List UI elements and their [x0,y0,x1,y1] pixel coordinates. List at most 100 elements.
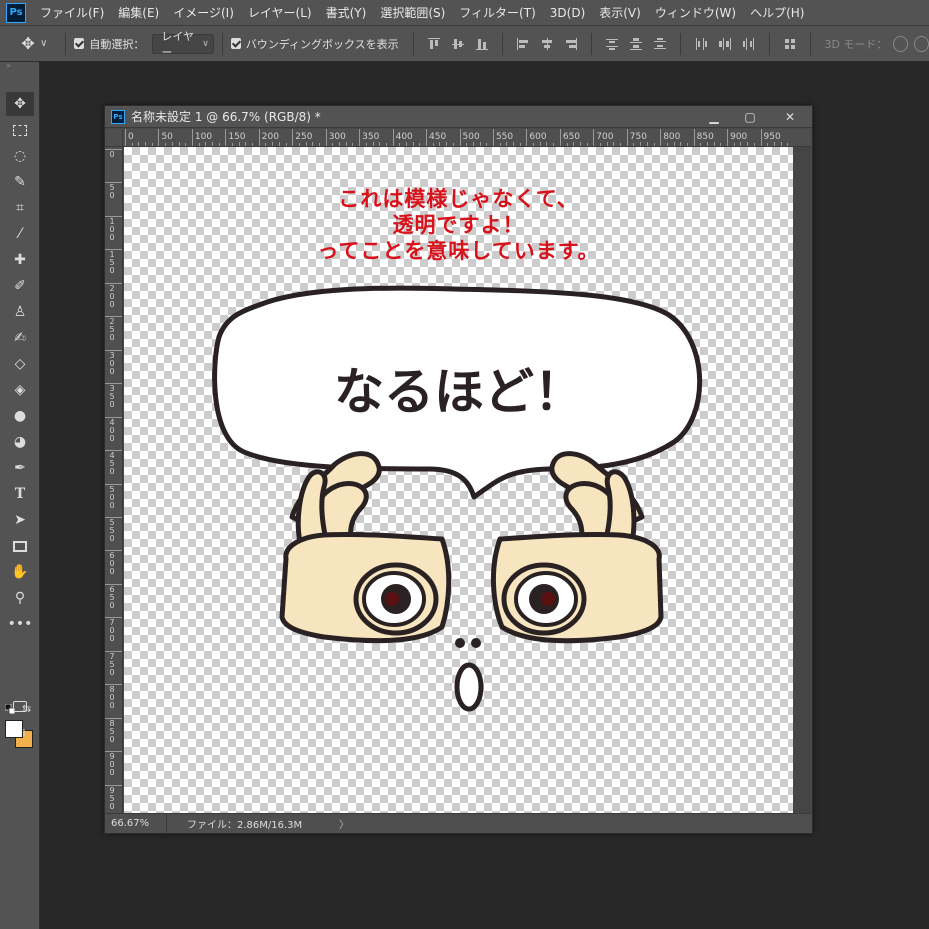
menu-edit[interactable]: 編集(E) [118,4,159,21]
align-right-edges-icon[interactable] [564,37,578,51]
ruler-minor-tick [586,143,588,146]
distribute-left-icon[interactable] [694,37,708,51]
menu-help[interactable]: ヘルプ(H) [750,4,804,21]
panel-grip-icon[interactable]: » [0,62,39,70]
divider [65,32,67,55]
minimize-button[interactable]: ▁ [696,106,732,128]
chevron-down-icon: ∨ [202,38,209,49]
eraser-tool-icon[interactable]: ◇ [6,352,34,376]
divider [679,32,681,55]
lasso-tool-icon[interactable]: ◌ [6,144,34,168]
ruler-label: 800 [109,685,115,711]
ruler-minor-tick [138,142,140,146]
type-tool-icon[interactable]: T [6,482,34,506]
quick-select-tool-icon[interactable]: ✎ [6,170,34,194]
brush-tool-icon[interactable]: ✐ [6,274,34,298]
healing-brush-tool-icon[interactable]: ✚ [6,248,34,272]
ruler-minor-tick [218,143,220,146]
align-bottom-edges-icon[interactable] [475,37,489,51]
vertical-ruler[interactable]: 0 50 100 150 200 250 300 350 400 450 500 550 600 650 7… [105,147,123,813]
horizontal-ruler[interactable]: 0 50 100 150 200 250 300 350 400 450 500 550 600 650 7… [123,129,811,147]
move-tool-preset-icon[interactable]: ✥ [18,33,38,55]
align-vertical-centers-icon[interactable] [451,37,465,51]
menu-3d[interactable]: 3D(D) [550,6,585,20]
ruler-minor-tick [566,143,568,146]
zoom-tool-icon[interactable]: ⚲ [6,586,34,610]
close-button[interactable]: ✕ [768,106,812,128]
ruler-tick [105,349,122,351]
document-tab[interactable]: Ps 名称未設定 1 @ 66.7% (RGB/8) * ▁ ▢ ✕ [105,106,812,128]
dodge-tool-icon[interactable]: ◕ [6,430,34,454]
menu-filter[interactable]: フィルター(T) [459,4,535,21]
distribute-horizontal-centers-icon[interactable] [718,37,732,51]
foreground-color-swatch[interactable] [5,720,23,738]
ruler-minor-tick [486,143,488,146]
align-left-edges-icon[interactable] [516,37,530,51]
ruler-minor-tick [252,143,254,146]
marquee-tool-icon[interactable] [6,118,34,142]
quick-mask-icon[interactable] [6,694,34,718]
restore-button[interactable]: ▢ [732,106,768,128]
ruler-minor-tick [319,143,320,146]
ruler-label: 100 [194,132,213,142]
file-size-info: ファイル：2.86M/16.3M [187,820,303,831]
ruler-minor-tick [686,143,688,146]
menu-select[interactable]: 選択範囲(S) [380,4,445,21]
menu-window[interactable]: ウィンドウ(W) [655,4,736,21]
eyedropper-tool-icon[interactable]: ⁄ [6,222,34,246]
ruler-tick [760,129,762,146]
align-horizontal-centers-icon[interactable] [540,37,554,51]
path-select-tool-icon[interactable]: ➤ [6,508,34,532]
ruler-tick [426,129,428,146]
auto-select-target-value: レイヤー [161,29,195,59]
ruler-minor-tick [339,142,341,146]
menu-layer[interactable]: レイヤー(L) [248,4,312,21]
orbit-3d-icon[interactable] [893,35,909,52]
options-bar: ✥ ∨ 自動選択： レイヤー ∨ バウンディングボックスを表示 3D モード： [0,26,929,62]
ruler-minor-tick [740,142,742,146]
bounding-box-checkbox[interactable] [230,38,241,49]
chevron-down-icon[interactable]: ∨ [40,38,47,49]
transparent-canvas[interactable]: これは模様じゃなくて、 透明ですよ！ ってことを意味しています。 なるほど！ [124,147,793,813]
divider [590,32,592,55]
hand-tool-icon[interactable]: ✋ [6,560,34,584]
menu-type[interactable]: 書式(Y) [326,4,367,21]
clone-stamp-tool-icon[interactable]: ♙ [6,300,34,324]
auto-select-target-dropdown[interactable]: レイヤー ∨ [152,30,214,59]
ruler-minor-tick [640,142,642,146]
ruler-label: 500 [462,132,480,142]
auto-select-checkbox[interactable] [74,38,85,49]
distribute-right-icon[interactable] [742,37,756,51]
distribute-bottom-icon[interactable] [653,37,667,51]
history-brush-tool-icon[interactable]: ✍ [6,326,34,350]
paint-bucket-tool-icon[interactable]: ◈ [6,378,34,402]
right-nostril [471,638,481,648]
vertical-scrollbar[interactable] [793,147,811,813]
pen-tool-icon[interactable]: ✒ [6,456,34,480]
ruler-tick [492,129,494,146]
ruler-minor-tick [205,142,207,146]
ruler-tick [191,129,193,146]
status-menu-arrow-icon[interactable]: 〉 [339,816,349,831]
distribute-top-icon[interactable] [605,37,619,51]
align-top-edges-icon[interactable] [427,37,441,51]
rectangle-tool-icon[interactable] [6,534,34,558]
crop-tool-icon[interactable]: ⌗ [6,196,34,220]
move-tool-icon[interactable]: ✥ [6,92,34,116]
ruler-origin[interactable] [105,129,123,147]
ruler-minor-tick [519,143,521,146]
ruler-minor-tick [198,143,200,146]
more-tools-icon[interactable]: ••• [6,612,34,636]
menu-image[interactable]: イメージ(I) [173,4,234,21]
auto-align-layers-icon[interactable] [783,37,797,51]
rotate-3d-icon[interactable] [914,35,929,52]
ruler-tick [105,149,122,150]
canvas-area[interactable]: これは模様じゃなくて、 透明ですよ！ ってことを意味しています。 なるほど！ [124,147,793,813]
menu-file[interactable]: ファイル(F) [40,4,104,21]
ruler-minor-tick [285,143,287,146]
ruler-tick [105,483,122,485]
menu-view[interactable]: 表示(V) [599,4,641,21]
blur-tool-icon[interactable]: ● [6,404,34,428]
zoom-level[interactable]: 66.67% [105,814,167,833]
distribute-vertical-centers-icon[interactable] [629,37,643,51]
